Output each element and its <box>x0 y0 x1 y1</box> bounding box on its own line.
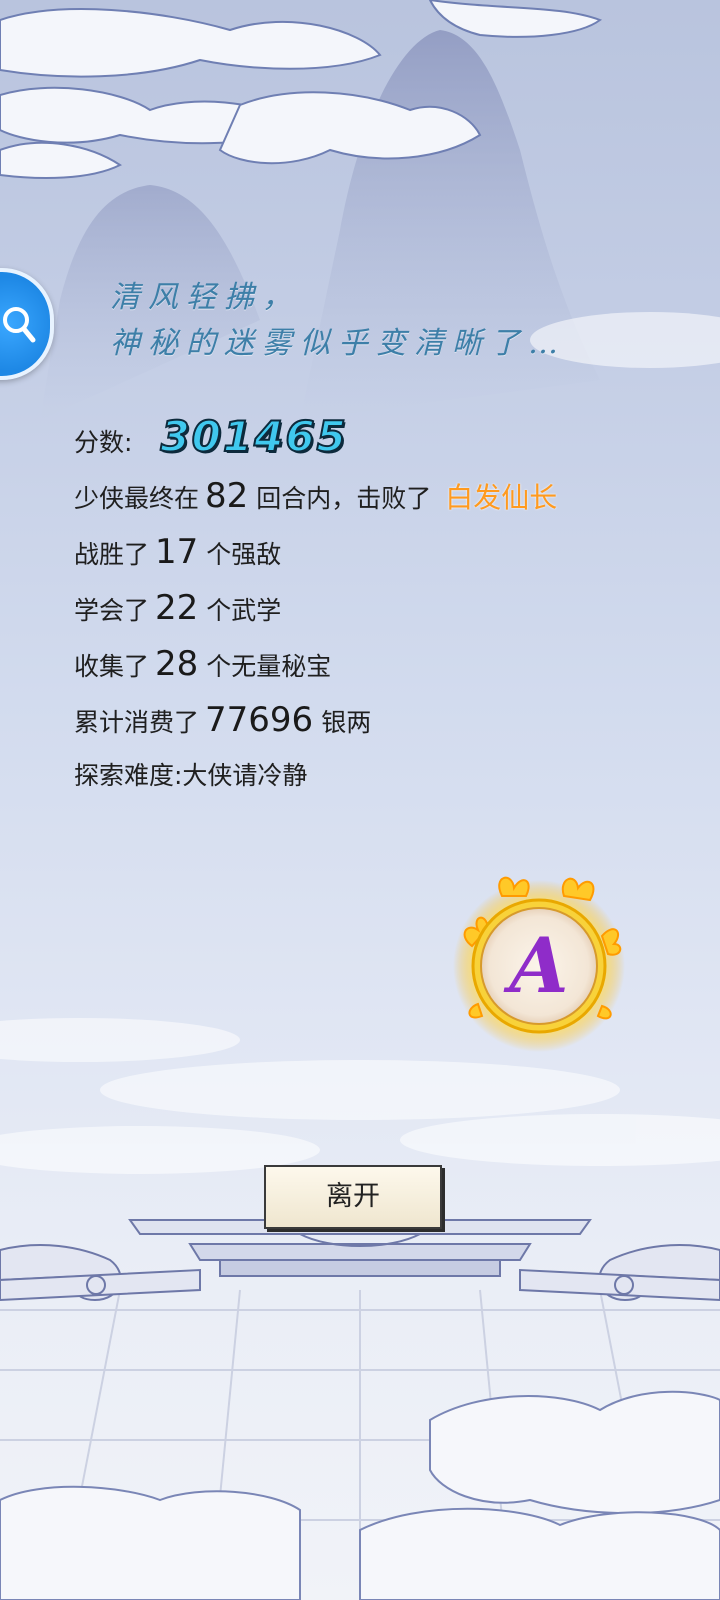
enemies-prefix: 战胜了 <box>74 540 150 569</box>
rounds-value: 82 <box>205 476 249 516</box>
rounds-suffix: 回合内，击败了 <box>256 484 432 513</box>
poem-line-2: 神秘的迷雾似乎变清晰了… <box>110 326 566 361</box>
skills-prefix: 学会了 <box>74 596 150 625</box>
silver-value: 77696 <box>205 700 314 740</box>
score-label: 分数: <box>74 428 133 457</box>
rounds-row: 少侠最终在 82 回合内，击败了 白发仙长 <box>74 476 674 532</box>
enemies-suffix: 个强敌 <box>206 540 282 569</box>
flame-ring-icon: A <box>453 876 625 1052</box>
poem-line-1: 清风轻拂， <box>110 280 300 315</box>
treasures-row: 收集了 28 个无量秘宝 <box>74 644 674 700</box>
silver-prefix: 累计消费了 <box>74 708 200 737</box>
treasures-value: 28 <box>155 644 199 684</box>
silver-row: 累计消费了 77696 银两 <box>74 700 674 756</box>
result-stats: 分数: 301465 少侠最终在 82 回合内，击败了 白发仙长 战胜了 17 … <box>74 411 674 812</box>
score-row: 分数: 301465 <box>74 411 674 476</box>
boss-name: 白发仙长 <box>445 481 558 514</box>
enemies-value: 17 <box>155 532 199 572</box>
skills-value: 22 <box>155 588 199 628</box>
difficulty-row: 探索难度:大侠请冷静 <box>74 756 674 812</box>
skills-suffix: 个武学 <box>206 596 282 625</box>
search-magnifier-icon <box>3 307 36 343</box>
palace-railing <box>0 1219 720 1600</box>
skills-row: 学会了 22 个武学 <box>74 588 674 644</box>
grade-letter: A <box>504 921 569 1010</box>
treasures-prefix: 收集了 <box>74 652 150 681</box>
rounds-prefix: 少侠最终在 <box>74 484 200 513</box>
silver-suffix: 银两 <box>321 708 372 737</box>
treasures-suffix: 个无量秘宝 <box>206 652 332 681</box>
enemies-row: 战胜了 17 个强敌 <box>74 532 674 588</box>
grade-badge: A <box>452 866 626 1056</box>
leave-button[interactable]: 离开 <box>264 1165 442 1229</box>
score-value: 301465 <box>159 411 348 462</box>
difficulty-text: 探索难度:大侠请冷静 <box>74 761 308 790</box>
